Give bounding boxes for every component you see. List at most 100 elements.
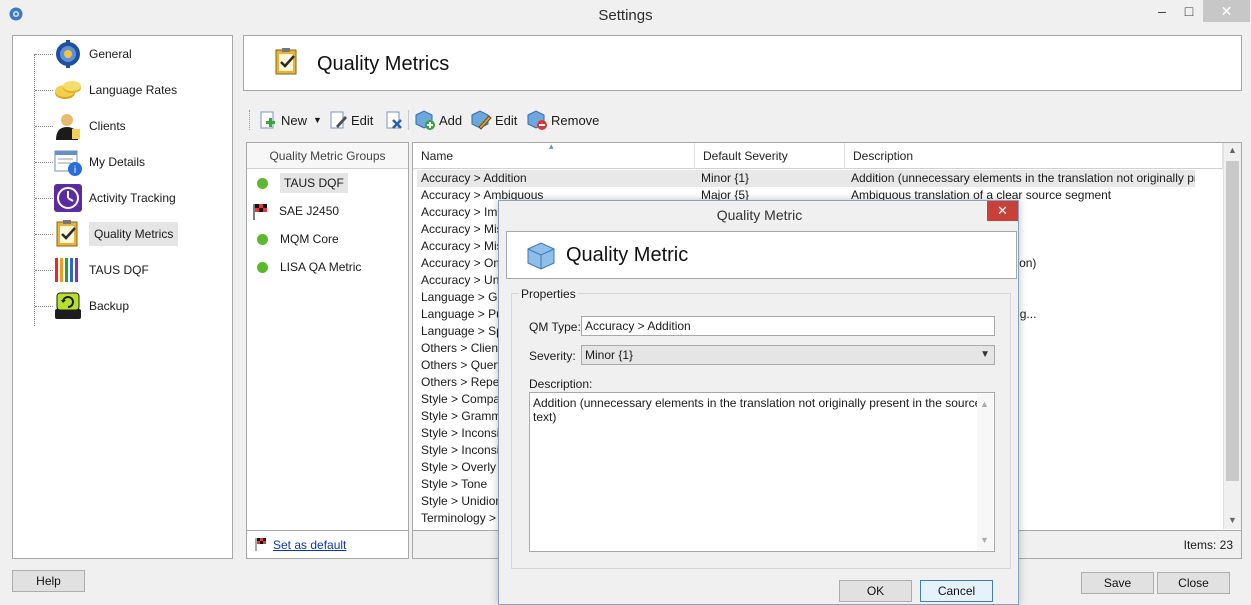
set-as-default-link[interactable]: Set as default [273,538,346,552]
chevron-down-icon: ▼ [980,349,990,360]
nav-item-clients[interactable]: Clients [13,109,233,143]
groups-footer: Set as default [247,530,408,558]
severity-label: Severity: [529,349,576,363]
qm-type-field[interactable]: Accuracy > Addition [581,316,995,336]
nav-label: TAUS DQF [89,263,149,277]
backup-icon [53,291,83,321]
edit-cube-icon [471,110,492,130]
scroll-down-icon[interactable]: ▼ [1228,515,1237,525]
clipboard-check-icon [53,219,83,249]
nav-item-general[interactable]: General [13,37,233,71]
toolbar: New ▼ Edit Add Edit Remove [246,104,846,136]
new-button[interactable]: New ▼ [258,108,322,132]
cube-icon [527,242,555,270]
scroll-up-icon[interactable]: ▲ [980,397,989,411]
dialog-title: Quality Metric [716,207,803,223]
ok-button[interactable]: OK [839,580,912,602]
nav-label: Quality Metrics [89,222,179,246]
group-item-lisa-qa-metric[interactable]: LISA QA Metric [251,256,361,278]
person-icon [53,111,83,141]
nav-item-activity-tracking[interactable]: Activity Tracking [13,181,233,215]
group-label: MQM Core [280,232,339,246]
title-bar: Settings – □ ✕ [0,0,1251,30]
column-header-default-severity[interactable]: Default Severity [695,143,845,169]
remove-cube-icon [527,110,547,130]
close-button[interactable]: Close [1157,572,1230,594]
items-count: Items: 23 [1183,538,1233,552]
add-cube-icon [415,110,435,130]
green-dot-icon [257,177,268,189]
quality-metric-dialog: Quality Metric ✕ Quality Metric Properti… [498,200,1019,605]
table-row[interactable]: Accuracy > Addition Minor {1} Addition (un… [417,170,1195,187]
new-label: New [281,112,308,128]
green-dot-icon [257,261,268,273]
grid-header: Name ▴ Default Severity Description [413,141,1223,169]
nav-label: Language Rates [89,83,178,97]
dialog-header-title: Quality Metric [566,244,689,266]
toolbar-grip [249,110,250,130]
minimize-button[interactable]: – [1148,0,1176,22]
close-window-button[interactable]: ✕ [1203,0,1250,22]
settings-nav-tree: General Language Rates Clients i My Deta… [12,35,233,559]
column-header-description[interactable]: Description [845,143,1223,169]
delete-group-button[interactable] [384,108,407,132]
nav-item-backup[interactable]: Backup [13,289,233,323]
severity-value: Minor {1} [585,348,634,362]
description-textarea[interactable]: Addition (unnecessary elements in the tr… [529,392,995,552]
help-button[interactable]: Help [12,570,85,592]
svg-text:i: i [74,165,77,176]
quality-metric-groups-panel: Quality Metric Groups TAUS DQF SAE J2450… [246,142,409,559]
toolbar-separator [408,110,409,130]
table-cell: Accuracy > Addition [421,171,527,185]
remove-label: Remove [551,112,600,128]
column-header-name[interactable]: Name [413,143,695,169]
nav-item-language-rates[interactable]: Language Rates [13,73,233,107]
nav-label: Clients [89,119,126,133]
window-title: Settings [598,7,653,24]
edit-label: Edit [351,112,374,128]
nav-label: Activity Tracking [89,191,176,205]
table-cell: Minor {1} [701,171,750,185]
scroll-down-icon[interactable]: ▼ [980,533,989,547]
cancel-button[interactable]: Cancel [920,580,993,602]
group-label: SAE J2450 [279,204,340,218]
scrollbar-thumb[interactable] [1226,161,1239,481]
scroll-up-icon[interactable]: ▲ [1228,145,1237,155]
chevron-down-icon[interactable]: ▼ [313,115,322,125]
group-item-mqm-core[interactable]: MQM Core [251,228,339,250]
dialog-close-button[interactable]: ✕ [987,201,1018,221]
details-icon: i [53,147,83,177]
maximize-button[interactable]: □ [1175,0,1203,22]
nav-item-quality-metrics[interactable]: Quality Metrics [13,217,233,251]
nav-item-my-details[interactable]: i My Details [13,145,233,179]
nav-label: Backup [89,299,130,313]
description-label: Description: [529,377,593,391]
color-bars-icon [53,255,83,285]
grid-scrollbar[interactable]: ▲ ▼ [1223,143,1241,529]
properties-legend: Properties [519,287,578,301]
edit-group-button[interactable]: Edit [328,108,373,132]
add-metric-button[interactable]: Add [414,108,462,132]
remove-metric-button[interactable]: Remove [526,108,599,132]
clock-icon [53,183,83,213]
group-item-sae-j2450[interactable]: SAE J2450 [251,200,339,222]
new-document-icon [260,111,275,129]
severity-select[interactable]: Minor {1} ▼ [581,345,995,365]
delete-document-icon [386,111,402,129]
group-item-taus-dqf[interactable]: TAUS DQF [251,172,348,194]
green-dot-icon [257,233,268,245]
edit-metric-button[interactable]: Edit [470,108,517,132]
page-title: Quality Metrics [317,53,450,75]
sort-ascending-icon: ▴ [549,141,554,151]
textarea-scrollbar[interactable]: ▲ ▼ [977,394,993,550]
table-cell: Addition (unnecessary elements in the tr… [851,171,1195,185]
gear-icon [53,39,83,69]
save-button[interactable]: Save [1081,572,1154,594]
nav-item-taus-dqf[interactable]: TAUS DQF [13,253,233,287]
group-label: LISA QA Metric [280,260,362,274]
description-text: Addition (unnecessary elements in the tr… [533,396,982,424]
dialog-header: Quality Metric [506,231,1017,279]
nav-label: My Details [89,155,146,169]
page-header: Quality Metrics [243,35,1242,91]
properties-group: Properties QM Type: Accuracy > Addition … [511,287,1011,569]
